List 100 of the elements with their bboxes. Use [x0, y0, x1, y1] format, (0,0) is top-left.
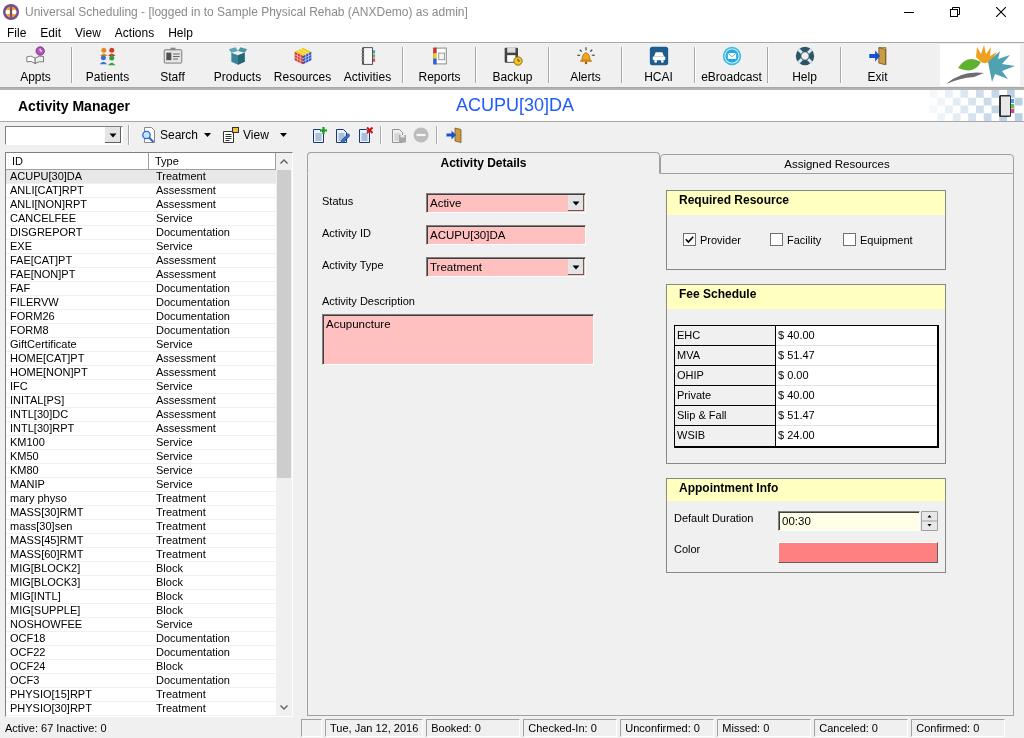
view-button[interactable]: View [221, 124, 289, 146]
minus-circle-icon [412, 127, 429, 143]
list-row[interactable]: MIG[SUPPLE] Block [6, 604, 276, 618]
table-cell-text: HOME[CAT]PT [9, 352, 86, 365]
list-row[interactable]: FORM26 Documentation [6, 310, 276, 324]
column-header[interactable]: Type [149, 153, 276, 170]
list-row[interactable]: MASS[30]RMT Treatment [6, 506, 276, 520]
table-cell-text: Treatment [155, 492, 207, 505]
menu-item[interactable]: File [0, 25, 34, 41]
list-row[interactable]: OCF24 Block [6, 660, 276, 674]
checkbox[interactable] [683, 233, 696, 246]
list-row[interactable]: IFC Service [6, 380, 276, 394]
list-row[interactable]: KM80 Service [6, 464, 276, 478]
tab[interactable]: Assigned Resources [660, 154, 1014, 174]
table-cell-text: IFC [9, 380, 29, 393]
toolbar-button[interactable]: Appts [2, 43, 69, 87]
toolbar-button[interactable]: HCAI [625, 43, 692, 87]
checkbox[interactable] [770, 233, 783, 246]
color-swatch[interactable] [778, 542, 938, 563]
tab[interactable]: Activity Details [307, 152, 660, 174]
checkbox[interactable] [843, 233, 856, 246]
page-title: Activity Manager [18, 97, 131, 114]
table-cell-text: Block [155, 576, 184, 589]
list-row[interactable]: mass[30]sen Treatment [6, 520, 276, 534]
toolbar-button[interactable]: Help [771, 43, 838, 87]
menu-item[interactable]: Help [161, 25, 200, 41]
list-row[interactable]: NOSHOWFEE Service [6, 618, 276, 632]
list-row[interactable]: FILERVW Documentation [6, 296, 276, 310]
table-cell-text: Service [155, 338, 194, 351]
menu-item[interactable]: Actions [107, 25, 162, 41]
combo-field[interactable] [5, 125, 123, 145]
list-row[interactable]: MASS[60]RMT Treatment [6, 548, 276, 562]
list-row[interactable]: INITAL[PS] Assessment [6, 394, 276, 408]
list-row[interactable]: MANIP Service [6, 478, 276, 492]
list-row[interactable]: FAE[NON]PT Assessment [6, 268, 276, 282]
scroll-thumb[interactable] [277, 170, 291, 478]
list-row[interactable]: DISGREPORT Documentation [6, 226, 276, 240]
scrollbar[interactable] [276, 153, 292, 716]
list-row[interactable]: INTL[30]DC Assessment [6, 408, 276, 422]
scroll-down-icon [280, 705, 288, 710]
time-field[interactable]: 00:30 [778, 511, 920, 531]
list-row[interactable]: PHYSIO[15]RPT Treatment [6, 688, 276, 702]
list-row[interactable]: MIG[INTL] Block [6, 590, 276, 604]
table-cell-text: Assessment [155, 408, 217, 421]
section-header: Appointment Info [667, 479, 945, 501]
dropdown-field[interactable]: Active [426, 193, 586, 213]
table-cell-text: Block [155, 604, 184, 617]
list-row[interactable]: FAF Documentation [6, 282, 276, 296]
lifebuoy-icon [794, 46, 815, 66]
spinner-icon[interactable] [921, 511, 938, 531]
list-row[interactable]: CANCELFEE Service [6, 212, 276, 226]
list-row[interactable]: INTL[30]RPT Assessment [6, 422, 276, 436]
minimize-icon [904, 11, 914, 13]
toolbar-button[interactable]: Reports [406, 43, 473, 87]
table-cell-text: mary physo [9, 492, 68, 505]
toolbar-button[interactable]: eBroadcast [698, 43, 765, 87]
list-row[interactable]: MASS[45]RMT Treatment [6, 534, 276, 548]
list-row[interactable]: KM50 Service [6, 450, 276, 464]
table-cell-text: FILERVW [9, 296, 60, 309]
list-row[interactable]: mary physo Treatment [6, 492, 276, 506]
list-row[interactable]: PHYSIO[30]RPT Treatment [6, 702, 276, 716]
search-button[interactable]: Search [138, 124, 214, 146]
toolbar-button[interactable]: Patients [75, 43, 140, 87]
list-row[interactable]: HOME[NON]PT Assessment [6, 366, 276, 380]
toolbar-button[interactable]: Resources [270, 43, 335, 87]
list-row[interactable]: MIG[BLOCK2] Block [6, 562, 276, 576]
list-row[interactable]: OCF18 Documentation [6, 632, 276, 646]
list-row[interactable]: HOME[CAT]PT Assessment [6, 352, 276, 366]
list-row[interactable]: FORM8 Documentation [6, 324, 276, 338]
menu-item[interactable]: View [68, 25, 108, 41]
toolbar-button[interactable]: Alerts [552, 43, 619, 87]
scroll-up-icon [280, 159, 288, 164]
menu-item[interactable]: Edit [33, 25, 69, 41]
table-cell-text: INTL[30]DC [9, 408, 70, 421]
list-row[interactable]: GiftCertificate Service [6, 338, 276, 352]
toolbar-button[interactable]: Activities [335, 43, 400, 87]
text-area[interactable]: Acupuncture [322, 314, 594, 365]
column-header[interactable]: ID [6, 153, 149, 170]
text-field[interactable]: ACUPU[30]DA [426, 225, 586, 245]
list-row[interactable]: FAE[CAT]PT Assessment [6, 254, 276, 268]
table-cell-text: Documentation [155, 296, 231, 309]
dropdown-field[interactable]: Treatment [426, 257, 586, 277]
table-cell-text: Treatment [155, 548, 207, 561]
toolbar-button[interactable]: Exit [844, 43, 911, 87]
list-row[interactable]: OCF3 Documentation [6, 674, 276, 688]
table-cell-text: Documentation [155, 226, 231, 239]
list-row[interactable]: KM100 Service [6, 436, 276, 450]
close-icon [996, 7, 1006, 17]
toolbar-button[interactable]: Backup [479, 43, 546, 87]
list-row[interactable]: ANLI[CAT]RPT Assessment [6, 184, 276, 198]
table-cell-text: MIG[INTL] [9, 590, 62, 603]
list-row[interactable]: EXE Service [6, 240, 276, 254]
toolbar-button[interactable]: Products [205, 43, 270, 87]
table-cell-text: INTL[30]RPT [9, 422, 76, 435]
list-row[interactable]: ACUPU[30]DA Treatment [6, 170, 276, 184]
toolbar-button[interactable]: Staff [140, 43, 205, 87]
table-cell-text: Documentation [155, 632, 231, 645]
list-row[interactable]: OCF22 Documentation [6, 646, 276, 660]
list-row[interactable]: MIG[BLOCK3] Block [6, 576, 276, 590]
list-row[interactable]: ANLI[NON]RPT Assessment [6, 198, 276, 212]
